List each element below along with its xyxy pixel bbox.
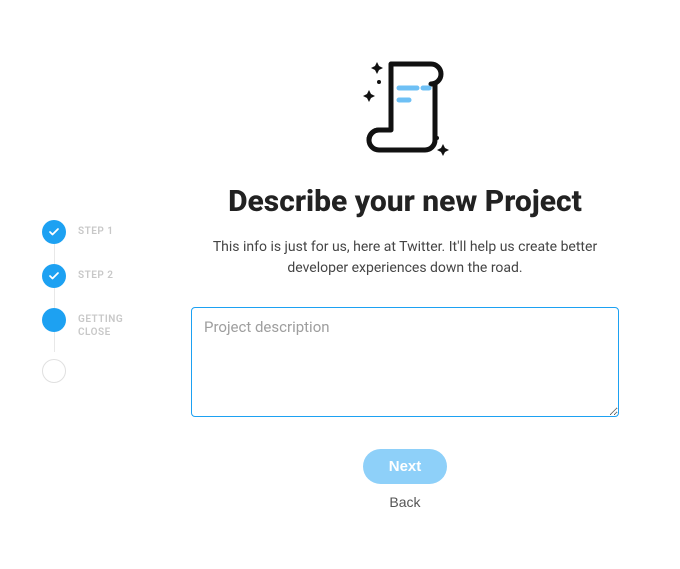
step-3: GETTING CLOSE [42,308,175,339]
project-description-input[interactable] [191,307,619,417]
check-icon [42,264,66,288]
step-3-label: GETTING CLOSE [78,308,148,339]
step-2-label: STEP 2 [78,264,114,282]
step-1-label: STEP 1 [78,220,114,238]
step-sidebar: STEP 1 STEP 2 GETTING CLOSE [0,50,175,510]
active-step-icon [42,308,66,332]
step-1: STEP 1 [42,220,175,244]
page-subtitle: This info is just for us, here at Twitte… [195,237,615,279]
next-button[interactable]: Next [363,449,448,484]
button-group: Next Back [363,449,448,510]
pending-step-icon [42,359,66,383]
scroll-document-icon [345,50,465,164]
back-button[interactable]: Back [389,494,420,510]
check-icon [42,220,66,244]
step-2: STEP 2 [42,264,175,288]
main-content: Describe your new Project This info is j… [175,50,680,510]
page-title: Describe your new Project [228,184,582,219]
step-4 [42,359,175,383]
